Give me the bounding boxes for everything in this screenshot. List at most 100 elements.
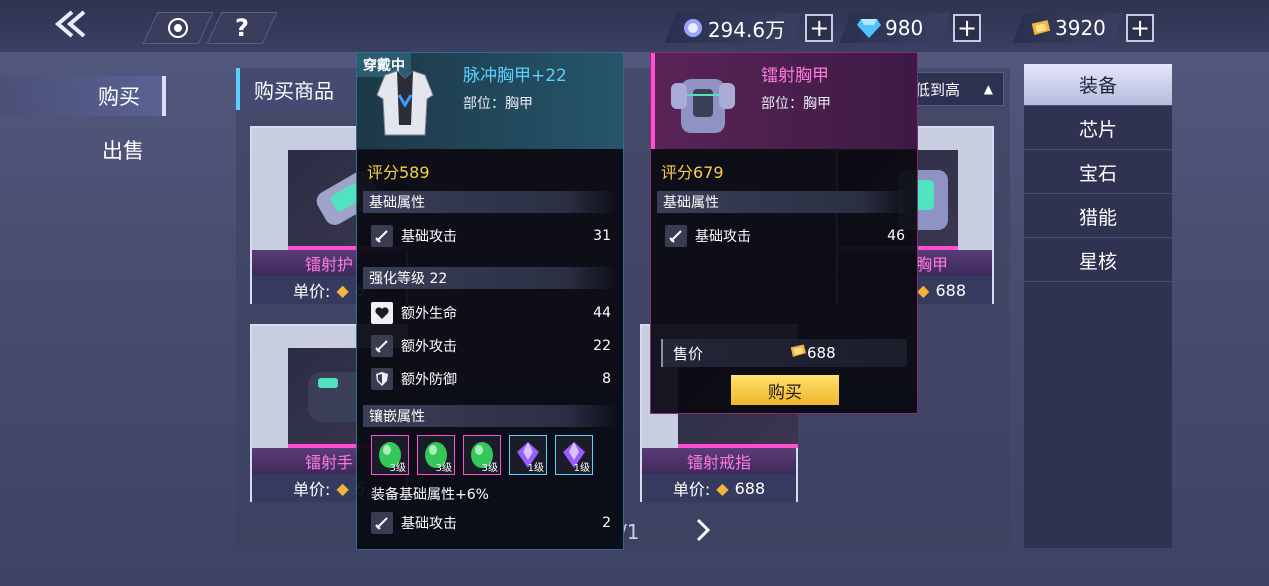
price-value: 688 — [807, 344, 836, 362]
price-row: 售价 688 — [661, 339, 907, 367]
back-button[interactable] — [44, 6, 96, 42]
gem-level: 3级 — [435, 463, 452, 474]
attr-row: 额外生命 44 — [371, 300, 611, 326]
add-gold-button[interactable]: + — [1126, 14, 1154, 42]
tab-buy[interactable]: 购买 — [0, 76, 166, 116]
price-value: 688 — [935, 280, 966, 300]
attr-label: 额外攻击 — [401, 339, 457, 355]
base-attr-header: 基础属性 — [363, 191, 617, 213]
price-label: 单价: — [293, 480, 331, 499]
attr-row: 额外攻击 22 — [371, 333, 611, 359]
attr-value: 8 — [602, 371, 611, 387]
attr-row: 基础攻击 2 — [371, 510, 611, 536]
attr-label: 基础攻击 — [401, 516, 457, 532]
category-gem[interactable]: 宝石 — [1024, 152, 1172, 194]
buy-button[interactable]: 购买 — [731, 375, 839, 405]
price-label: 单价: — [672, 480, 711, 499]
resource-diamond-value: 980 — [885, 16, 924, 40]
attr-label: 基础攻击 — [695, 229, 751, 245]
gem-level: 3级 — [389, 463, 406, 474]
attr-label: 基础攻击 — [401, 229, 457, 245]
diamond-icon — [857, 19, 881, 38]
price-label: 售价 — [673, 344, 704, 363]
gem-slot[interactable]: 3级 — [463, 435, 501, 475]
record-icon — [168, 18, 188, 38]
tab-sell[interactable]: 出售 — [0, 130, 166, 170]
back-arrow-icon — [54, 10, 86, 38]
category-chip[interactable]: 芯片 — [1024, 108, 1172, 150]
sword-icon — [665, 225, 687, 247]
item-name: 镭射戒指 — [642, 448, 796, 474]
equipped-item-tooltip: 穿戴中 脉冲胸甲+22 部位：胸甲 评分589 基础属性 基础攻击 31 强化等… — [356, 52, 624, 550]
attr-value: 44 — [593, 305, 611, 321]
price-label: 单价: — [293, 282, 331, 301]
sort-arrow-icon: ▲ — [983, 82, 993, 96]
gem-slot[interactable]: 1级 — [509, 435, 547, 475]
category-star-core[interactable]: 星核 — [1024, 240, 1172, 282]
attr-row: 基础攻击 31 — [371, 223, 611, 249]
gem-level: 1级 — [573, 463, 590, 474]
gem-level: 1级 — [527, 463, 544, 474]
gold-ticket-icon — [1031, 20, 1051, 36]
heart-icon — [371, 302, 393, 324]
base-attr-header: 基础属性 — [657, 191, 911, 213]
item-score: 评分679 — [661, 163, 724, 182]
pulse-chest-armor-icon — [376, 70, 434, 136]
laser-chest-armor-icon — [671, 79, 735, 133]
crystal-icon — [684, 19, 702, 37]
resource-gold-value: 3920 — [1055, 16, 1106, 40]
gem-slot[interactable]: 1级 — [555, 435, 593, 475]
enhance-level-header: 强化等级 22 — [363, 267, 617, 289]
tab-buy-label: 购买 — [98, 85, 140, 109]
category-hunt-energy[interactable]: 猎能 — [1024, 196, 1172, 238]
sort-dropdown[interactable]: 低到高 ▲ — [904, 72, 1004, 106]
gold-ticket-icon: ◆ — [917, 280, 930, 300]
item-name: 脉冲胸甲+22 — [463, 66, 567, 86]
resource-crystal-value: 294.6万 — [708, 17, 786, 42]
tooltip-header: 镭射胸甲 部位：胸甲 — [651, 53, 917, 149]
tab-sell-label: 出售 — [102, 139, 144, 163]
shield-icon — [371, 368, 393, 390]
resource-diamond: 980 + — [839, 12, 981, 44]
gold-ticket-icon: ◆ — [336, 478, 349, 498]
attr-value: 31 — [593, 228, 611, 244]
item-slot: 部位：胸甲 — [761, 96, 831, 112]
inlay-attr-header: 镶嵌属性 — [363, 405, 617, 427]
attr-label: 额外防御 — [401, 372, 457, 388]
attr-value: 22 — [593, 338, 611, 354]
item-name: 镭射胸甲 — [761, 66, 829, 86]
item-slot: 部位：胸甲 — [463, 96, 533, 112]
gold-ticket-icon: ◆ — [716, 478, 729, 498]
section-title-text: 购买商品 — [254, 78, 334, 103]
attr-row: 基础攻击 46 — [665, 223, 905, 249]
tooltip-header: 穿戴中 脉冲胸甲+22 部位：胸甲 — [357, 53, 623, 149]
category-panel: 装备 芯片 宝石 猎能 星核 — [1024, 64, 1172, 548]
gem-slot[interactable]: 3级 — [417, 435, 455, 475]
add-diamond-button[interactable]: + — [953, 14, 981, 42]
sword-icon — [371, 225, 393, 247]
sword-icon — [371, 335, 393, 357]
item-score: 评分589 — [367, 163, 430, 182]
resource-crystal: 294.6万 + — [664, 12, 834, 44]
resource-gold: 3920 + — [1012, 12, 1154, 44]
gold-ticket-icon — [789, 343, 807, 363]
add-crystal-button[interactable]: + — [805, 14, 834, 42]
inlay-bonus: 装备基础属性+6% — [371, 487, 489, 503]
gem-slot[interactable]: 3级 — [371, 435, 409, 475]
gem-slots: 3级 3级 3级 1级 1级 — [371, 435, 593, 475]
sort-label: 低到高 — [915, 80, 961, 99]
attr-value: 2 — [602, 515, 611, 531]
shop-item-tooltip: 镭射胸甲 部位：胸甲 评分679 基础属性 基础攻击 46 售价 688 购买 — [650, 52, 918, 414]
attr-label: 额外生命 — [401, 306, 457, 322]
price-value: 688 — [734, 478, 766, 498]
next-page-button[interactable] — [694, 516, 714, 548]
gem-level: 3级 — [481, 463, 498, 474]
attr-row: 额外防御 8 — [371, 366, 611, 392]
gold-ticket-icon: ◆ — [336, 280, 349, 300]
item-price: 单价: ◆ 688 — [642, 474, 796, 502]
help-icon: ? — [235, 14, 249, 42]
category-equipment[interactable]: 装备 — [1024, 64, 1172, 106]
section-title: 购买商品 — [236, 68, 354, 110]
sword-icon — [371, 512, 393, 534]
chevron-right-icon — [696, 518, 711, 542]
